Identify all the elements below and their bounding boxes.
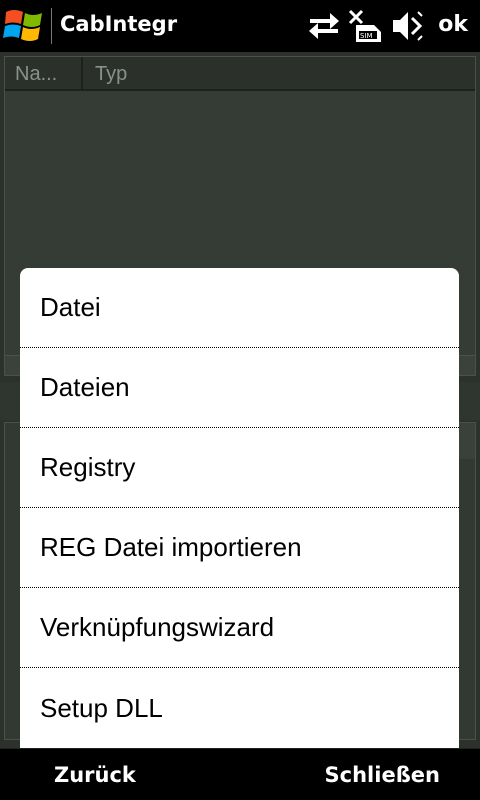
menu-item-datei[interactable]: Datei <box>20 268 459 348</box>
menu-item-shortcut-wizard[interactable]: Verknüpfungswizard <box>20 588 459 668</box>
app-title: CabIntegr <box>60 12 178 36</box>
title-separator <box>51 8 52 44</box>
data-connection-icon[interactable] <box>308 9 340 48</box>
volume-muted-icon[interactable] <box>392 9 424 48</box>
column-header-name: Na... <box>5 57 83 91</box>
close-softkey[interactable]: Schließen <box>325 763 440 787</box>
windows-start-icon[interactable] <box>2 4 48 48</box>
no-sim-icon[interactable]: SIM <box>348 9 384 48</box>
ok-button[interactable]: ok <box>438 12 468 37</box>
menu-item-setup-dll[interactable]: Setup DLL <box>20 668 459 748</box>
title-bar: CabIntegr SIM ok <box>0 0 480 52</box>
back-softkey[interactable]: Zurück <box>54 763 136 787</box>
popup-menu: Datei Dateien Registry REG Datei importi… <box>20 268 459 750</box>
svg-text:SIM: SIM <box>360 32 373 40</box>
screen: CabIntegr SIM ok Na... Typ Datei Dateien… <box>0 0 480 800</box>
column-header-type: Typ <box>95 63 128 85</box>
softkey-bar: Zurück Schließen <box>0 748 480 800</box>
menu-item-reg-import[interactable]: REG Datei importieren <box>20 508 459 588</box>
listview-header: Na... Typ <box>5 57 475 91</box>
menu-item-dateien[interactable]: Dateien <box>20 348 459 428</box>
menu-item-registry[interactable]: Registry <box>20 428 459 508</box>
